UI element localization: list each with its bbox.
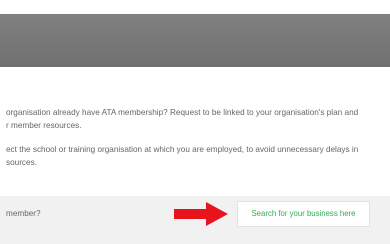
paragraph-line: r member resources. — [6, 121, 82, 130]
paragraph-line: ect the school or training organisation … — [6, 145, 359, 154]
search-business-button[interactable]: Search for your business here — [237, 201, 370, 227]
membership-paragraph: organisation already have ATA membership… — [6, 106, 358, 132]
arrow-right-icon — [174, 202, 228, 226]
paragraph-line: sources. — [6, 158, 37, 167]
membership-question-label: member? — [6, 209, 41, 218]
paragraph-line: organisation already have ATA membership… — [6, 108, 359, 117]
employer-paragraph: ect the school or training organisation … — [6, 143, 358, 169]
top-spacer — [0, 0, 390, 14]
header-bar — [0, 14, 390, 67]
